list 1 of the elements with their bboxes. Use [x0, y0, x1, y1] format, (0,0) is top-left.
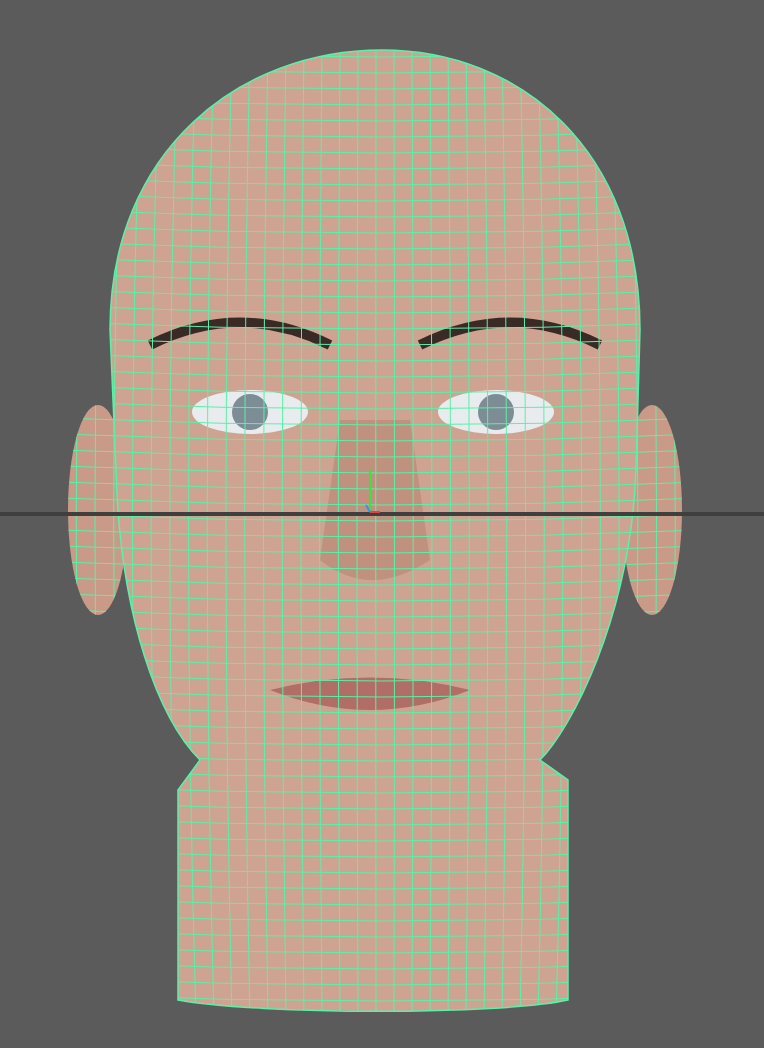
axis-gizmo-icon: [365, 469, 381, 513]
